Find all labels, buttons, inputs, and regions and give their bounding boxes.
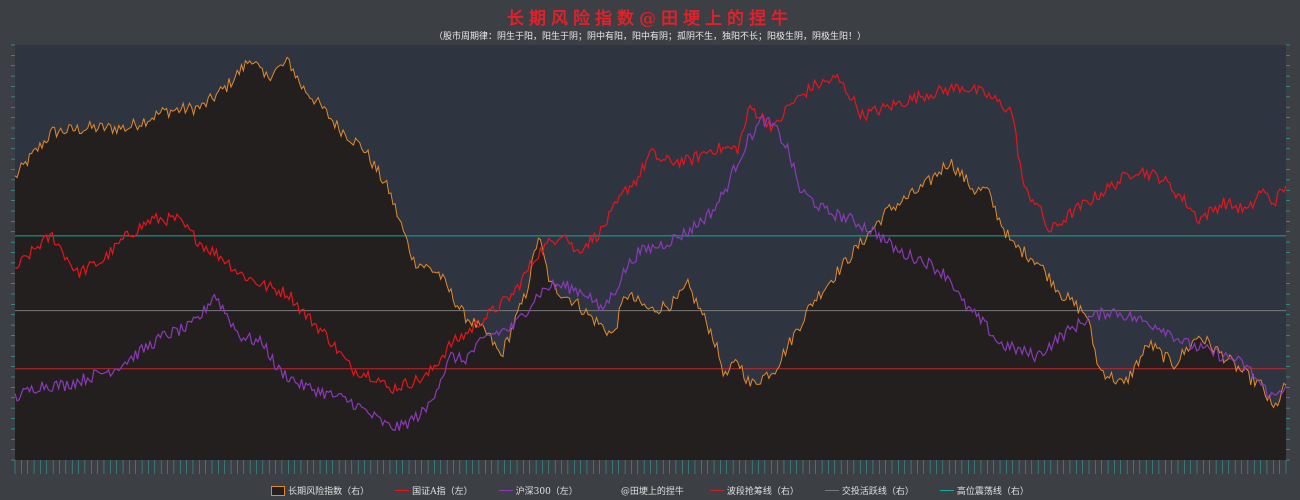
chart-canvas xyxy=(11,44,1290,474)
legend-item-2: 沪深300（左） xyxy=(498,484,578,497)
legend-label: @田埂上的捏牛 xyxy=(620,487,684,497)
legend-label: 交投活跃线（右） xyxy=(841,487,914,497)
legend-swatch xyxy=(709,490,724,491)
legend-swatch xyxy=(271,485,286,496)
legend-item-3: @田埂上的捏牛 xyxy=(603,484,684,497)
legend-item-1: 国证A指（左） xyxy=(395,484,473,497)
legend-item-0: 长期风险指数（右） xyxy=(271,484,369,497)
legend-label: 波段抢筹线（右） xyxy=(726,487,799,497)
legend-label: 沪深300（左） xyxy=(515,487,578,497)
legend-item-5: 交投活跃线（右） xyxy=(824,484,914,497)
legend-item-6: 高位震荡线（右） xyxy=(939,484,1029,497)
legend-swatch xyxy=(939,490,954,491)
legend-label: 高位震荡线（右） xyxy=(956,487,1029,497)
legend-label: 长期风险指数（右） xyxy=(288,487,370,497)
legend-swatch xyxy=(824,490,839,491)
legend-item-4: 波段抢筹线（右） xyxy=(709,484,799,497)
legend-swatch xyxy=(603,490,618,491)
legend-label: 国证A指（左） xyxy=(412,487,473,497)
legend-swatch xyxy=(498,490,513,491)
chart-legend: 长期风险指数（右） 国证A指（左） 沪深300（左） @田埂上的捏牛 波段抢筹线（右） 交… xyxy=(0,484,1300,497)
legend-swatch xyxy=(395,490,410,491)
